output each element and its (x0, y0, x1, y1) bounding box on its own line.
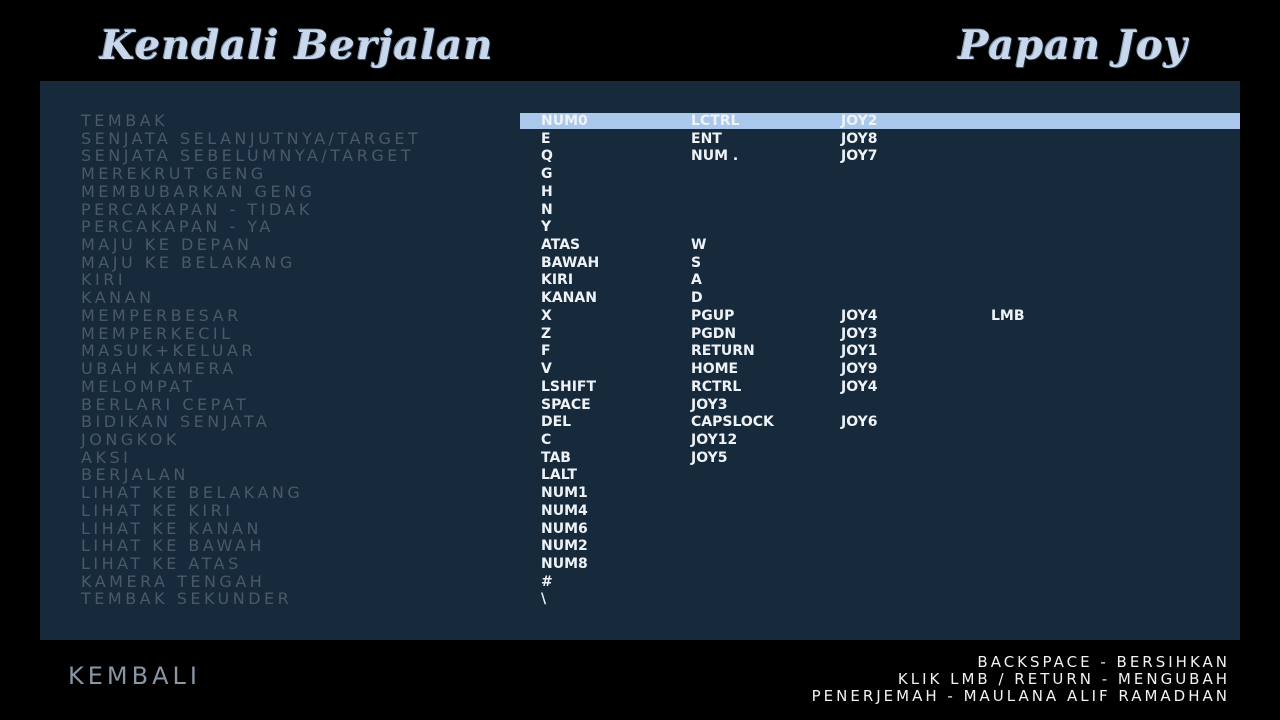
key-slot-3[interactable]: JOY9 (841, 361, 878, 377)
binding-row[interactable]: BIDIKAN SENJATA DEL CAPSLOCK JOY6 (40, 414, 1240, 432)
key-slot-2[interactable]: JOY3 (691, 397, 728, 413)
key-slot-1[interactable]: F (541, 343, 551, 359)
action-label: BERJALAN (81, 465, 189, 485)
key-slot-2[interactable]: CAPSLOCK (691, 414, 774, 430)
binding-row[interactable]: KIRI KIRI A (40, 272, 1240, 290)
key-slot-1[interactable]: C (541, 432, 551, 448)
action-label: LIHAT KE ATAS (81, 554, 242, 573)
action-label: LIHAT KE KANAN (81, 518, 262, 538)
key-slot-2[interactable]: D (691, 290, 703, 306)
key-slot-2[interactable]: HOME (691, 361, 738, 377)
key-slot-3[interactable]: JOY4 (841, 379, 878, 395)
key-slot-2[interactable]: NUM . (691, 148, 738, 164)
key-slot-2[interactable]: PGDN (691, 326, 736, 342)
key-slot-2[interactable]: RCTRL (691, 379, 741, 395)
key-slot-1[interactable]: X (541, 308, 552, 324)
action-label: LIHAT KE BELAKANG (81, 483, 304, 503)
key-slot-1[interactable]: TAB (541, 450, 571, 466)
key-slot-2[interactable]: JOY12 (691, 432, 737, 448)
action-label: MEMPERBESAR (81, 305, 242, 325)
key-slot-1[interactable]: NUM8 (541, 556, 588, 572)
action-label: MEREKRUT GENG (81, 164, 267, 184)
key-slot-1[interactable]: Y (541, 219, 551, 235)
action-label: SENJATA SELANJUTNYA/TARGET (81, 128, 422, 148)
hint-backspace: BACKSPACE - BERSIHKAN (977, 653, 1230, 671)
key-slot-3[interactable]: JOY4 (841, 308, 878, 324)
key-slot-1[interactable]: N (541, 202, 553, 218)
key-slot-1[interactable]: LALT (541, 467, 577, 483)
action-label: MAJU KE BELAKANG (81, 252, 296, 272)
controller-tab-title[interactable]: Papan Joy (958, 22, 1188, 69)
hint-translator: PENERJEMAH - MAULANA ALIF RAMADHAN (811, 687, 1230, 705)
back-button[interactable]: KEMBALI (68, 662, 201, 690)
bindings-panel: TEMBAK NUM0 LCTRL JOY2 SENJATA SELANJUTNYA/T… (40, 81, 1240, 640)
key-slot-1[interactable]: DEL (541, 414, 571, 430)
key-slot-3[interactable]: JOY7 (841, 148, 878, 164)
key-slot-2[interactable]: RETURN (691, 343, 755, 359)
key-slot-1[interactable]: LSHIFT (541, 379, 596, 395)
binding-row[interactable]: TEMBAK SEKUNDER \ (40, 591, 1240, 609)
action-label: MASUK+KELUAR (81, 341, 257, 361)
key-slot-1[interactable]: E (541, 131, 551, 147)
key-slot-1[interactable]: Q (541, 148, 553, 164)
key-slot-2[interactable]: LCTRL (691, 113, 739, 129)
key-slot-1[interactable]: # (541, 574, 553, 590)
hint-change: KLIK LMB / RETURN - MENGUBAH (897, 670, 1230, 688)
key-slot-1[interactable]: G (541, 166, 553, 182)
key-slot-2[interactable]: PGUP (691, 308, 734, 324)
action-label: AKSI (81, 447, 132, 467)
hints-block: BACKSPACE - BERSIHKAN KLIK LMB / RETURN … (812, 654, 1230, 705)
action-label: TEMBAK SEKUNDER (81, 589, 293, 609)
action-label: MAJU KE DEPAN (81, 235, 253, 255)
binding-row[interactable]: MAJU KE BELAKANG BAWAH S (40, 252, 1240, 273)
action-label: KAMERA TENGAH (81, 571, 266, 591)
key-slot-1[interactable]: H (541, 184, 553, 200)
key-slot-2[interactable]: ENT (691, 131, 722, 147)
action-label: JONGKOK (81, 429, 180, 449)
key-slot-1[interactable]: ATAS (541, 237, 580, 253)
key-slot-1[interactable]: NUM4 (541, 503, 588, 519)
action-label: LIHAT KE BAWAH (81, 536, 265, 556)
key-slot-3[interactable]: JOY3 (841, 326, 878, 342)
action-label: MEMPERKECIL (81, 323, 234, 343)
key-slot-1[interactable]: NUM2 (541, 538, 588, 554)
binding-row[interactable]: UBAH KAMERA V HOME JOY9 (40, 361, 1240, 379)
page-title: Kendali Berjalan (100, 22, 494, 69)
action-label: KANAN (81, 288, 155, 308)
key-slot-2[interactable]: A (691, 272, 702, 288)
key-slot-4[interactable]: LMB (991, 308, 1025, 324)
key-slot-1[interactable]: NUM0 (541, 113, 588, 129)
key-slot-1[interactable]: KANAN (541, 290, 597, 306)
key-slot-1[interactable]: SPACE (541, 397, 591, 413)
key-slot-1[interactable]: \ (541, 591, 546, 607)
action-label: PERCAKAPAN - YA (81, 217, 274, 237)
key-slot-3[interactable]: JOY8 (841, 131, 878, 147)
action-label: LIHAT KE KIRI (81, 500, 234, 520)
key-slot-2[interactable]: S (691, 255, 701, 271)
action-label: UBAH KAMERA (81, 359, 237, 379)
action-label: MEMBUBARKAN GENG (81, 181, 316, 201)
action-label: BIDIKAN SENJATA (81, 412, 271, 432)
action-label: SENJATA SEBELUMNYA/TARGET (81, 146, 415, 166)
key-slot-1[interactable]: BAWAH (541, 255, 599, 271)
key-slot-1[interactable]: V (541, 361, 552, 377)
key-slot-1[interactable]: NUM6 (541, 521, 588, 537)
action-label: KIRI (81, 270, 127, 290)
action-label: BERLARI CEPAT (81, 394, 250, 414)
key-slot-2[interactable]: JOY5 (691, 450, 728, 466)
key-slot-1[interactable]: NUM1 (541, 485, 588, 501)
action-label: MELOMPAT (81, 376, 196, 396)
key-slot-3[interactable]: JOY1 (841, 343, 878, 359)
action-label: PERCAKAPAN - TIDAK (81, 199, 313, 219)
key-slot-3[interactable]: JOY2 (841, 113, 878, 129)
key-slot-2[interactable]: W (691, 237, 706, 253)
key-slot-1[interactable]: KIRI (541, 272, 573, 288)
selection-highlight (520, 113, 1240, 129)
action-label: TEMBAK (81, 111, 169, 130)
key-slot-1[interactable]: Z (541, 326, 551, 342)
key-slot-3[interactable]: JOY6 (841, 414, 878, 430)
binding-row[interactable]: AKSI TAB JOY5 (40, 447, 1240, 468)
binding-row[interactable]: JONGKOK C JOY12 (40, 429, 1240, 450)
